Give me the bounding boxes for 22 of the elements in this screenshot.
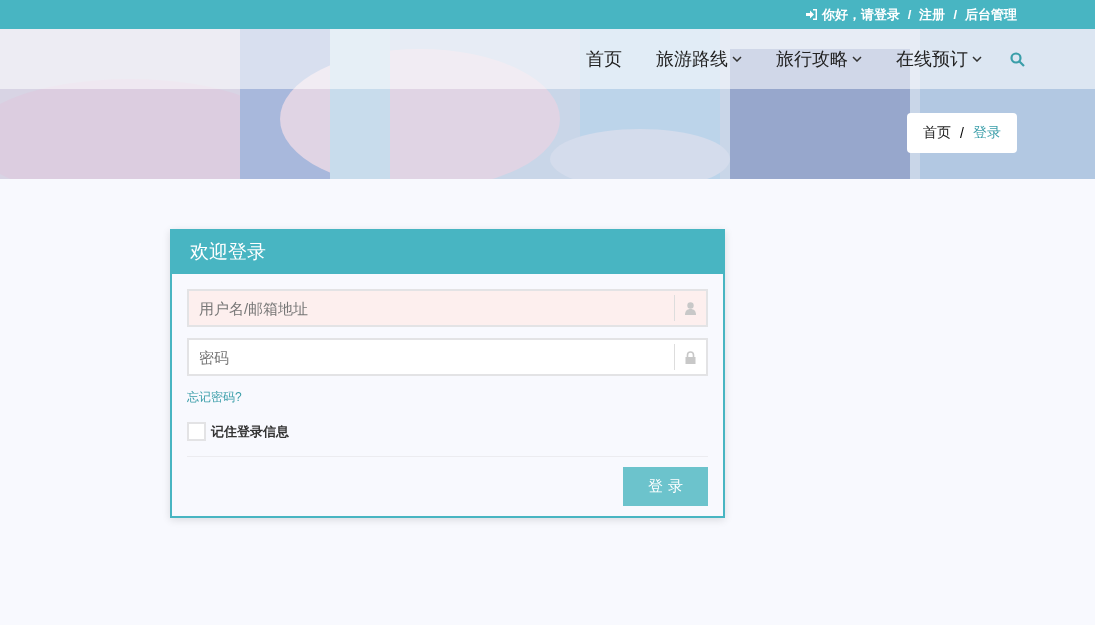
nav-item[interactable]: 旅行攻略: [776, 47, 862, 71]
breadcrumb-link[interactable]: 登录: [973, 124, 1001, 142]
separator: /: [906, 7, 913, 22]
person-icon: [685, 301, 696, 315]
password-field[interactable]: 密码: [187, 338, 708, 376]
checkbox-label: 记住登录信息: [211, 422, 289, 441]
username-field[interactable]: 用户名/邮箱地址: [187, 289, 708, 327]
nav-item[interactable]: 首页: [586, 47, 622, 71]
top-link[interactable]: 注册: [919, 5, 946, 24]
top-link[interactable]: 你好，请登录: [805, 5, 900, 24]
breadcrumb-link[interactable]: 首页: [923, 124, 952, 142]
forgot-password-link[interactable]: 忘记密码?: [187, 389, 242, 406]
search-icon[interactable]: [1010, 51, 1025, 67]
nav-item[interactable]: 在线预订: [896, 47, 982, 71]
card-title: 欢迎登录: [190, 239, 266, 264]
login-button[interactable]: 登 录: [623, 467, 708, 506]
lock-icon: [685, 350, 696, 364]
checkbox[interactable]: [187, 422, 206, 441]
nav-item[interactable]: 旅游路线: [656, 47, 742, 71]
separator: /: [952, 7, 958, 22]
top-link[interactable]: 后台管理: [965, 5, 1017, 24]
separator: /: [960, 125, 964, 141]
